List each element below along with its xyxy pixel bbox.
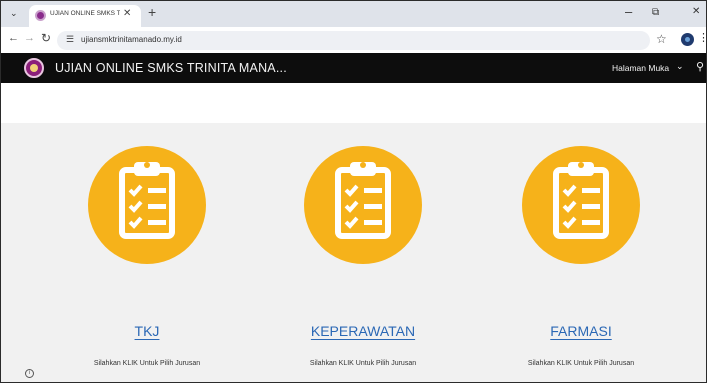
card-subtitle: Silahkan KLIK Untuk Pilih Jurusan <box>93 360 201 367</box>
school-logo-icon[interactable] <box>24 58 44 78</box>
new-tab-plus-icon[interactable]: + <box>148 4 156 20</box>
window-restore-icon[interactable]: ⧉ <box>652 7 659 18</box>
navigation-bar: ← → ↻ ☰ ujiansmktrinitamanado.my.id ☆ ⋮ <box>1 27 706 53</box>
clipboard-checklist-icon[interactable] <box>304 146 422 264</box>
clipboard-checklist-icon[interactable] <box>88 146 206 264</box>
profile-avatar-icon[interactable] <box>681 33 694 46</box>
card-farmasi[interactable]: FARMASI Silahkan KLIK Untuk Pilih Jurusa… <box>481 123 681 382</box>
back-arrow-icon[interactable]: ← <box>8 32 19 44</box>
tab-list-chevron-down-icon[interactable]: ⌄ <box>10 8 18 19</box>
card-name-farmasi[interactable]: FARMASI <box>481 323 681 339</box>
info-icon[interactable]: i <box>25 369 34 378</box>
menu-chevron-down-icon[interactable]: ⌄ <box>676 61 684 72</box>
tab-title: UJIAN ONLINE SMKS TRINITA <box>50 10 120 17</box>
site-header: UJIAN ONLINE SMKS TRINITA MANA... Halama… <box>1 53 706 83</box>
tab-strip: ⌄ UJIAN ONLINE SMKS TRINITA ✕ + – ⧉ ✕ <box>1 1 706 27</box>
site-favicon-icon <box>35 10 46 21</box>
window-minimize-icon[interactable]: – <box>625 4 632 19</box>
content-area: TKJ Silahkan KLIK Untuk Pilih Jurusan KE… <box>1 123 706 382</box>
card-tkj[interactable]: TKJ Silahkan KLIK Untuk Pilih Jurusan <box>47 123 247 382</box>
search-icon[interactable]: ⚲ <box>696 60 704 73</box>
card-keperawatan[interactable]: KEPERAWATAN Silahkan KLIK Untuk Pilih Ju… <box>263 123 463 382</box>
card-name-keperawatan[interactable]: KEPERAWATAN <box>263 323 463 339</box>
browser-tab[interactable]: UJIAN ONLINE SMKS TRINITA ✕ <box>29 5 141 27</box>
site-settings-icon[interactable]: ☰ <box>66 34 74 45</box>
address-bar[interactable]: ☰ ujiansmktrinitamanado.my.id <box>57 31 650 50</box>
browser-window: ⌄ UJIAN ONLINE SMKS TRINITA ✕ + – ⧉ ✕ ← … <box>0 0 707 383</box>
bookmark-star-icon[interactable]: ☆ <box>656 32 667 46</box>
window-close-icon[interactable]: ✕ <box>692 6 700 17</box>
url-text[interactable]: ujiansmktrinitamanado.my.id <box>81 35 182 44</box>
site-title[interactable]: UJIAN ONLINE SMKS TRINITA MANA... <box>55 61 287 75</box>
home-menu-link[interactable]: Halaman Muka <box>612 63 669 73</box>
card-name-tkj[interactable]: TKJ <box>47 323 247 339</box>
clipboard-checklist-icon[interactable] <box>522 146 640 264</box>
forward-arrow-icon[interactable]: → <box>24 32 35 44</box>
browser-menu-icon[interactable]: ⋮ <box>698 31 706 44</box>
card-subtitle: Silahkan KLIK Untuk Pilih Jurusan <box>309 360 417 367</box>
card-subtitle: Silahkan KLIK Untuk Pilih Jurusan <box>527 360 635 367</box>
header-spacer <box>1 83 706 123</box>
tab-close-icon[interactable]: ✕ <box>123 8 131 19</box>
reload-icon[interactable]: ↻ <box>41 31 51 45</box>
